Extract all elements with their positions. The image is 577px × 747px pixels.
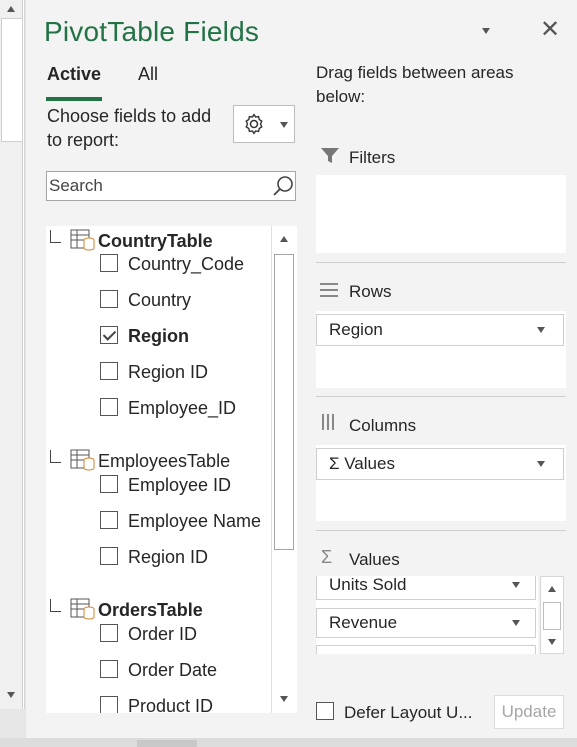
table-name: OrdersTable — [98, 600, 203, 620]
checkbox[interactable] — [100, 475, 118, 493]
dropdown-caret-icon[interactable] — [512, 620, 520, 626]
field-list: CountryTable Country_Code Country Region… — [46, 226, 296, 713]
rows-area-label: Rows — [349, 282, 392, 301]
field-label: Region ID — [128, 362, 209, 382]
field-label: Country — [128, 290, 192, 310]
area-divider — [316, 262, 566, 263]
field-label: Employee ID — [128, 475, 232, 495]
field-label: Order ID — [128, 624, 198, 644]
scroll-up-arrow-icon[interactable] — [7, 6, 15, 12]
update-button[interactable]: Update — [494, 695, 564, 729]
search-icon[interactable] — [271, 174, 295, 198]
defer-layout-label: Defer Layout U... — [344, 703, 473, 722]
checkbox[interactable] — [100, 696, 118, 713]
pill-label: Units Sold — [329, 576, 407, 594]
worksheet-vertical-scrollbar[interactable] — [0, 0, 23, 709]
checkbox[interactable] — [100, 624, 118, 642]
tab-active[interactable]: Active — [47, 64, 101, 85]
tree-line-icon — [50, 450, 61, 463]
scroll-up-arrow-icon[interactable] — [280, 236, 288, 242]
field-label: Product ID — [128, 696, 214, 713]
pane-title: PivotTable Fields — [44, 16, 260, 47]
scrollbar-thumb[interactable] — [274, 254, 294, 550]
scrollbar-thumb[interactable] — [1, 18, 23, 142]
filter-icon — [321, 148, 339, 163]
tools-settings-button[interactable] — [233, 105, 295, 143]
settings-dropdown-caret-icon — [280, 122, 288, 128]
defer-layout-checkbox[interactable] — [316, 702, 334, 720]
choose-fields-label: Choose fields to add to report: — [47, 106, 212, 150]
checkbox[interactable] — [100, 660, 118, 678]
checkbox[interactable] — [100, 398, 118, 416]
tree-line-icon — [50, 599, 61, 612]
columns-icon — [322, 414, 334, 430]
field-label: Country_Code — [128, 254, 245, 274]
area-divider — [316, 530, 566, 531]
scroll-up-arrow-icon[interactable] — [548, 586, 556, 592]
field-label: Order Date — [128, 660, 218, 680]
tab-all[interactable]: All — [138, 64, 158, 85]
checkbox-checked[interactable] — [100, 326, 118, 344]
search-box[interactable] — [46, 171, 296, 201]
scrollbar-thumb[interactable] — [543, 602, 561, 630]
values-area-label: Values — [349, 550, 400, 569]
values-field-pill-partial[interactable] — [316, 645, 536, 654]
filters-drop-zone[interactable] — [316, 175, 566, 253]
field-label: Region — [128, 326, 189, 346]
dropdown-caret-icon[interactable] — [537, 461, 545, 467]
values-drop-zone[interactable]: Units Sold Revenue — [316, 576, 538, 654]
drag-fields-instructions: Drag fields between areas below: — [316, 63, 514, 106]
scrollbar-thumb[interactable] — [137, 740, 197, 747]
search-input[interactable] — [47, 172, 263, 200]
field-list-scrollbar[interactable] — [271, 226, 297, 713]
area-divider — [316, 396, 566, 397]
field-label: Employee_ID — [128, 398, 237, 418]
checkbox[interactable] — [100, 290, 118, 308]
settings-gear-icon — [245, 113, 263, 135]
rows-field-pill[interactable]: Region — [316, 314, 564, 346]
rows-icon — [320, 283, 338, 297]
scroll-down-arrow-icon[interactable] — [7, 692, 15, 698]
checkbox[interactable] — [100, 547, 118, 565]
filters-area-label: Filters — [349, 148, 396, 167]
columns-field-pill[interactable]: Σ Values — [316, 448, 564, 480]
pill-label: Revenue — [329, 613, 398, 632]
scroll-down-arrow-icon[interactable] — [548, 639, 556, 645]
checkbox[interactable] — [100, 254, 118, 272]
table-icon — [70, 229, 95, 251]
values-scrollbar[interactable] — [540, 576, 564, 654]
table-icon — [70, 449, 95, 471]
pill-label: Σ Values — [329, 454, 395, 473]
pane-options-dropdown-icon[interactable] — [482, 28, 490, 34]
table-name: CountryTable — [98, 231, 213, 251]
checkbox[interactable] — [100, 511, 118, 529]
values-field-pill[interactable]: Revenue — [316, 608, 536, 638]
field-label: Employee Name — [128, 511, 262, 531]
close-icon[interactable]: ✕ — [540, 18, 560, 42]
sigma-icon: Σ — [321, 547, 333, 567]
table-icon — [70, 598, 95, 620]
field-label: Region ID — [128, 547, 209, 567]
table-name: EmployeesTable — [98, 451, 231, 471]
columns-area-label: Columns — [349, 416, 417, 435]
tree-line-icon — [50, 230, 61, 243]
checkbox[interactable] — [100, 362, 118, 380]
active-tab-indicator — [46, 97, 102, 101]
horizontal-scrollbar[interactable] — [0, 738, 577, 747]
dropdown-caret-icon[interactable] — [512, 582, 520, 588]
values-field-pill[interactable]: Units Sold — [316, 576, 536, 600]
pill-label: Region — [329, 320, 383, 339]
dropdown-caret-icon[interactable] — [537, 327, 545, 333]
scroll-down-arrow-icon[interactable] — [280, 696, 288, 702]
